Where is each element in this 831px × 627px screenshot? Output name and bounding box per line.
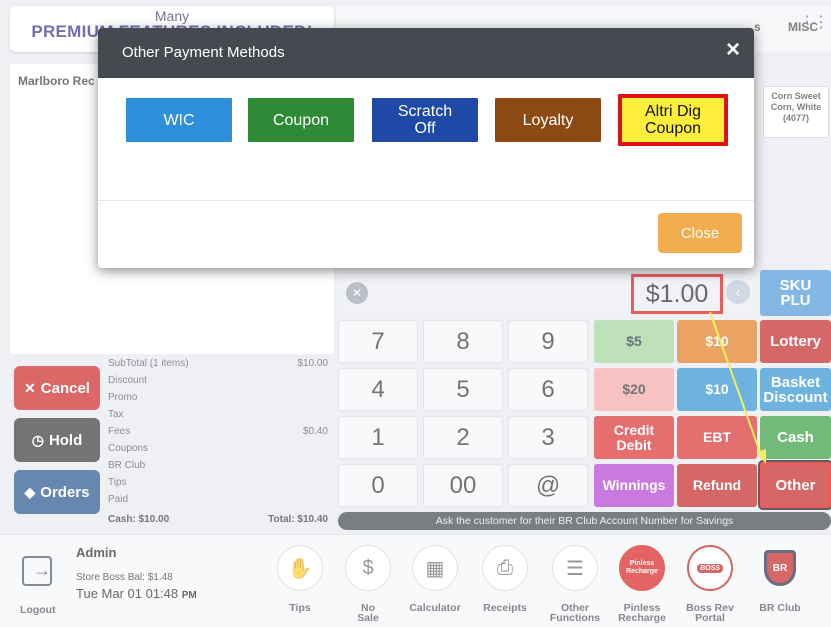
loyalty-label: Loyalty xyxy=(522,111,574,129)
coupon-label: Coupon xyxy=(272,111,330,129)
dialog-divider xyxy=(98,200,754,201)
scratch-off-button[interactable]: Scratch Off xyxy=(372,98,478,142)
dialog-header: Other Payment Methods × xyxy=(98,28,754,78)
close-x-icon[interactable]: × xyxy=(726,38,740,62)
close-button[interactable]: Close xyxy=(658,213,742,253)
coupon-button[interactable]: Coupon xyxy=(248,98,354,142)
wic-button[interactable]: WIC xyxy=(126,98,232,142)
scratch-label: Scratch xyxy=(397,103,453,120)
wic-label: WIC xyxy=(163,111,195,129)
off-label: Off xyxy=(414,120,436,137)
other-payment-methods-dialog: Other Payment Methods × WIC Coupon Scrat… xyxy=(98,28,754,268)
dialog-title: Other Payment Methods xyxy=(122,44,285,61)
altri-dig-coupon-button[interactable]: Altri Dig Coupon xyxy=(618,94,728,146)
altri-coupon-label: Coupon xyxy=(644,120,702,137)
altri-dig-label: Altri Dig xyxy=(644,103,701,120)
loyalty-button[interactable]: Loyalty xyxy=(495,98,601,142)
